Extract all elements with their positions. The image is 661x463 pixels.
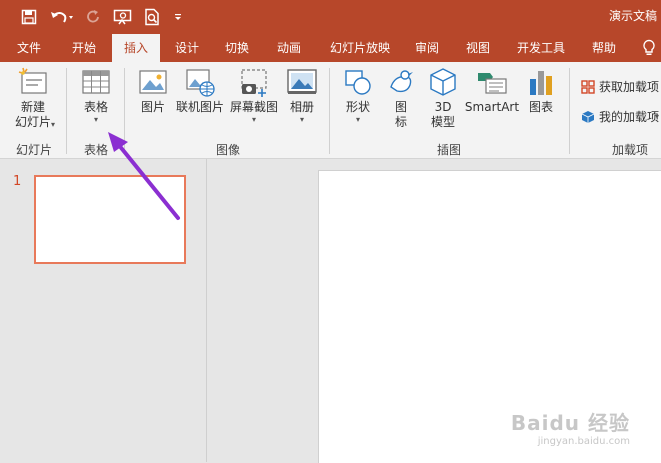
group-separator — [124, 68, 125, 154]
slide-thumbnails-panel[interactable]: 1 — [0, 159, 207, 462]
tab-animations[interactable]: 动画 — [266, 34, 312, 62]
screenshot-label: 屏幕截图 — [229, 100, 278, 114]
my-addins-button[interactable]: 我的加载项 — [580, 108, 659, 125]
group-separator — [329, 68, 330, 154]
customize-qat-icon[interactable] — [170, 6, 186, 28]
tab-home[interactable]: 开始 — [60, 34, 108, 62]
icons-label-2: 标 — [394, 115, 407, 129]
tab-review[interactable]: 审阅 — [406, 34, 448, 62]
save-icon[interactable] — [18, 6, 40, 28]
online-pictures-icon — [184, 66, 216, 98]
photo-album-icon — [286, 66, 318, 98]
group-separator — [569, 68, 570, 154]
3d-models-label-1: 3D — [434, 100, 452, 114]
smartart-label: SmartArt — [464, 100, 520, 114]
chart-label: 图表 — [528, 100, 553, 114]
watermark-main: Baidu 经验 — [510, 411, 630, 435]
group-label-tables: 表格 — [83, 143, 108, 157]
tell-me-lightbulb-icon[interactable] — [638, 34, 660, 62]
ribbon-insert: 新建 幻灯片 ▾ 幻灯片 表格 ▾ 表格 图片 联机图片 屏幕截图 ▾ 相册 ▾… — [0, 62, 661, 159]
tab-design[interactable]: 设计 — [164, 34, 210, 62]
slide-thumbnail[interactable] — [34, 175, 186, 264]
smartart-button[interactable]: SmartArt — [464, 66, 520, 115]
get-addins-label: 获取加载项 — [599, 80, 660, 94]
table-label: 表格 — [83, 100, 108, 114]
new-slide-dropdown-icon[interactable]: ▾ — [51, 120, 55, 130]
pictures-label: 图片 — [140, 100, 165, 114]
photo-album-button[interactable]: 相册 ▾ — [284, 66, 320, 125]
editor-area: 1 Baidu 经验 jingyan.baidu.com — [0, 159, 661, 463]
cube-3d-icon — [427, 66, 459, 98]
shapes-dropdown-icon[interactable]: ▾ — [356, 115, 360, 125]
new-slide-label-1: 新建 — [20, 100, 45, 114]
store-icon — [581, 79, 595, 94]
print-preview-icon[interactable] — [142, 6, 162, 28]
new-slide-label-2: 幻灯片 — [14, 115, 51, 129]
redo-icon[interactable] — [84, 6, 104, 28]
shapes-label: 形状 — [345, 100, 370, 114]
screenshot-icon — [238, 66, 270, 98]
document-title: 演示文稿 — [608, 9, 657, 23]
group-label-images: 图像 — [215, 143, 240, 157]
ribbon-tab-bar: 文件 开始 插入 设计 切换 动画 幻灯片放映 审阅 视图 开发工具 帮助 — [0, 34, 661, 62]
table-icon — [80, 66, 112, 98]
undo-icon[interactable] — [48, 6, 76, 28]
slide-canvas[interactable]: Baidu 经验 jingyan.baidu.com — [318, 170, 661, 463]
slideshow-from-start-icon[interactable] — [112, 6, 134, 28]
get-addins-button[interactable]: 获取加载项 — [580, 78, 659, 95]
screenshot-dropdown-icon[interactable]: ▾ — [252, 115, 256, 125]
my-addins-label: 我的加载项 — [599, 110, 660, 124]
picture-icon — [137, 66, 169, 98]
slide-number: 1 — [13, 174, 22, 189]
watermark-sub: jingyan.baidu.com — [537, 436, 630, 447]
photo-album-label: 相册 — [289, 100, 314, 114]
group-separator — [66, 68, 67, 154]
group-label-slides: 幻灯片 — [15, 143, 52, 157]
icons-insert-icon — [385, 66, 417, 98]
tab-insert[interactable]: 插入 — [112, 34, 160, 62]
tab-view[interactable]: 视图 — [456, 34, 500, 62]
3d-models-button[interactable]: 3D 模型 — [426, 66, 460, 130]
my-addins-icon — [581, 110, 595, 123]
table-dropdown-icon[interactable]: ▾ — [94, 115, 98, 125]
shapes-button[interactable]: 形状 ▾ — [340, 66, 376, 125]
screenshot-button[interactable]: 屏幕截图 ▾ — [228, 66, 280, 125]
pictures-button[interactable]: 图片 — [136, 66, 170, 115]
tab-file[interactable]: 文件 — [6, 34, 52, 62]
online-pictures-button[interactable]: 联机图片 — [174, 66, 226, 115]
new-slide-icon — [17, 66, 49, 98]
title-bar: 演示文稿 — [0, 0, 661, 34]
baidu-jingyan-watermark: Baidu 经验 jingyan.baidu.com — [511, 407, 630, 447]
my-addins-dropdown-icon[interactable]: ▾ — [655, 112, 659, 122]
table-button[interactable]: 表格 ▾ — [76, 66, 116, 125]
chart-button[interactable]: 图表 — [524, 66, 558, 115]
tab-developer[interactable]: 开发工具 — [508, 34, 574, 62]
new-slide-button[interactable]: 新建 幻灯片 — [10, 66, 56, 130]
icons-button[interactable]: 图 标 — [384, 66, 418, 130]
tab-slide-show[interactable]: 幻灯片放映 — [320, 34, 400, 62]
tab-transitions[interactable]: 切换 — [214, 34, 260, 62]
bar-chart-icon — [525, 66, 557, 98]
tab-help[interactable]: 帮助 — [584, 34, 624, 62]
icons-label-1: 图 — [394, 100, 407, 114]
group-label-addins: 加载项 — [611, 143, 648, 157]
photo-album-dropdown-icon[interactable]: ▾ — [300, 115, 304, 125]
smartart-icon — [476, 66, 508, 98]
group-label-illustrations: 插图 — [436, 143, 461, 157]
online-pictures-label: 联机图片 — [175, 100, 224, 114]
3d-models-label-2: 模型 — [430, 115, 455, 129]
shapes-icon — [342, 66, 374, 98]
